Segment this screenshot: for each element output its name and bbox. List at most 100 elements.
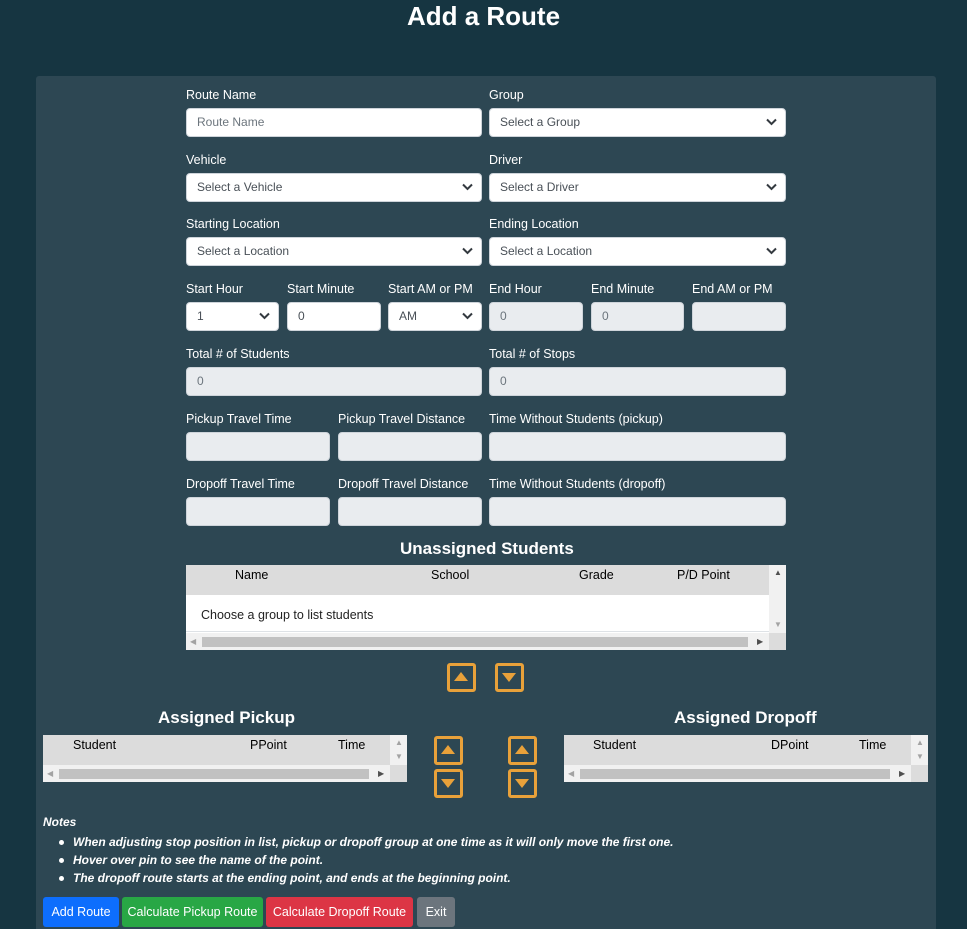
end-minute-label: End Minute (591, 282, 655, 296)
scroll-down-icon[interactable]: ▼ (395, 753, 403, 761)
vertical-scrollbar[interactable]: ▲ ▼ (390, 735, 407, 765)
ending-location-label: Ending Location (489, 217, 579, 231)
route-name-input[interactable]: Route Name (186, 108, 482, 137)
assigned-dropoff-table[interactable]: Student DPoint Time ▲ ▼ ◀ ▶ (564, 735, 928, 782)
chevron-down-icon (766, 183, 777, 191)
end-ampm-field (692, 302, 786, 331)
arrow-up-icon (441, 745, 455, 754)
column-header-time: Time (338, 738, 366, 752)
column-header-dpoint: DPoint (771, 738, 809, 752)
empty-table-message: Choose a group to list students (201, 608, 374, 622)
scroll-up-icon[interactable]: ▲ (774, 569, 782, 577)
dropoff-travel-time-label: Dropoff Travel Time (186, 477, 295, 491)
chevron-down-icon (462, 183, 473, 191)
total-stops-label: Total # of Stops (489, 347, 576, 361)
table-header: Student DPoint Time (564, 735, 911, 765)
total-students-field: 0 (186, 367, 482, 396)
time-without-students-dropoff-field (489, 497, 786, 526)
column-header-student: Student (73, 738, 117, 752)
group-select[interactable]: Select a Group (489, 108, 786, 137)
vertical-scrollbar[interactable]: ▲ ▼ (911, 735, 928, 765)
scroll-down-icon[interactable]: ▼ (916, 753, 924, 761)
scrollbar-corner (390, 765, 407, 782)
column-header-pd-point: P/D Point (677, 568, 730, 582)
move-down-button[interactable] (495, 663, 524, 692)
end-hour-field: 0 (489, 302, 583, 331)
end-minute-field: 0 (591, 302, 684, 331)
start-minute-label: Start Minute (287, 282, 355, 296)
notes-title: Notes (43, 815, 77, 829)
horizontal-scrollbar[interactable]: ◀ ▶ (186, 633, 769, 650)
assigned-pickup-table[interactable]: Student PPoint Time ▲ ▼ ◀ ▶ (43, 735, 407, 782)
scroll-up-icon[interactable]: ▲ (395, 739, 403, 747)
column-header-school: School (431, 568, 470, 582)
scrollbar-corner (769, 633, 786, 650)
scrollbar-thumb[interactable] (59, 769, 369, 779)
exit-button[interactable]: Exit (417, 897, 455, 927)
driver-select[interactable]: Select a Driver (489, 173, 786, 202)
move-up-button[interactable] (447, 663, 476, 692)
vertical-scrollbar[interactable]: ▲ ▼ (769, 565, 786, 633)
ending-location-select[interactable]: Select a Location (489, 237, 786, 266)
time-without-students-dropoff-label: Time Without Students (dropoff) (489, 477, 666, 491)
unassigned-students-table[interactable]: Name School Grade P/D Point Choose a gro… (186, 565, 786, 650)
scroll-left-icon[interactable]: ◀ (568, 770, 574, 778)
column-header-name: Name (235, 568, 269, 582)
dropoff-travel-distance-field (338, 497, 482, 526)
group-select-value: Select a Group (500, 115, 581, 129)
end-hour-label: End Hour (489, 282, 542, 296)
total-stops-field: 0 (489, 367, 786, 396)
assigned-pickup-title: Assigned Pickup (158, 708, 295, 727)
pickup-travel-time-label: Pickup Travel Time (186, 412, 292, 426)
scrollbar-corner (911, 765, 928, 782)
starting-location-value: Select a Location (197, 244, 290, 258)
scroll-right-icon[interactable]: ▶ (757, 638, 763, 646)
start-hour-value: 1 (197, 309, 204, 323)
column-header-ppoint: PPoint (250, 738, 287, 752)
page-title: Add a Route (406, 1, 561, 31)
note-item: When adjusting stop position in list, pi… (58, 835, 674, 849)
arrow-down-icon (502, 673, 516, 682)
start-minute-input[interactable]: 0 (287, 302, 381, 331)
dropoff-travel-time-field (186, 497, 330, 526)
add-route-button[interactable]: Add Route (43, 897, 119, 927)
dropoff-travel-distance-label: Dropoff Travel Distance (338, 477, 469, 491)
route-name-label: Route Name (186, 88, 257, 102)
start-hour-select[interactable]: 1 (186, 302, 279, 331)
notes-list: When adjusting stop position in list, pi… (58, 833, 674, 887)
start-ampm-label: Start AM or PM (388, 282, 473, 296)
vehicle-label: Vehicle (186, 153, 227, 167)
vehicle-select-value: Select a Vehicle (197, 180, 283, 194)
calculate-pickup-route-button[interactable]: Calculate Pickup Route (122, 897, 263, 927)
pickup-move-down-button[interactable] (434, 769, 463, 798)
scroll-right-icon[interactable]: ▶ (378, 770, 384, 778)
dropoff-move-up-button[interactable] (508, 736, 537, 765)
chevron-down-icon (462, 247, 473, 255)
scroll-left-icon[interactable]: ◀ (190, 638, 196, 646)
driver-label: Driver (489, 153, 523, 167)
scroll-up-icon[interactable]: ▲ (916, 739, 924, 747)
pickup-travel-time-field (186, 432, 330, 461)
start-ampm-select[interactable]: AM (388, 302, 482, 331)
starting-location-select[interactable]: Select a Location (186, 237, 482, 266)
starting-location-label: Starting Location (186, 217, 280, 231)
assigned-dropoff-title: Assigned Dropoff (674, 708, 817, 727)
vehicle-select[interactable]: Select a Vehicle (186, 173, 482, 202)
scroll-right-icon[interactable]: ▶ (899, 770, 905, 778)
pickup-move-up-button[interactable] (434, 736, 463, 765)
horizontal-scrollbar[interactable]: ◀ ▶ (564, 765, 911, 782)
scroll-down-icon[interactable]: ▼ (774, 621, 782, 629)
chevron-down-icon (259, 312, 270, 320)
horizontal-scrollbar[interactable]: ◀ ▶ (43, 765, 390, 782)
scrollbar-thumb[interactable] (580, 769, 890, 779)
row-divider (186, 631, 769, 632)
driver-select-value: Select a Driver (500, 180, 579, 194)
note-item: The dropoff route starts at the ending p… (58, 869, 673, 887)
scroll-left-icon[interactable]: ◀ (47, 770, 53, 778)
end-ampm-label: End AM or PM (692, 282, 773, 296)
scrollbar-thumb[interactable] (202, 637, 748, 647)
dropoff-move-down-button[interactable] (508, 769, 537, 798)
table-header: Name School Grade P/D Point (186, 565, 769, 595)
calculate-dropoff-route-button[interactable]: Calculate Dropoff Route (266, 897, 413, 927)
total-students-label: Total # of Students (186, 347, 290, 361)
